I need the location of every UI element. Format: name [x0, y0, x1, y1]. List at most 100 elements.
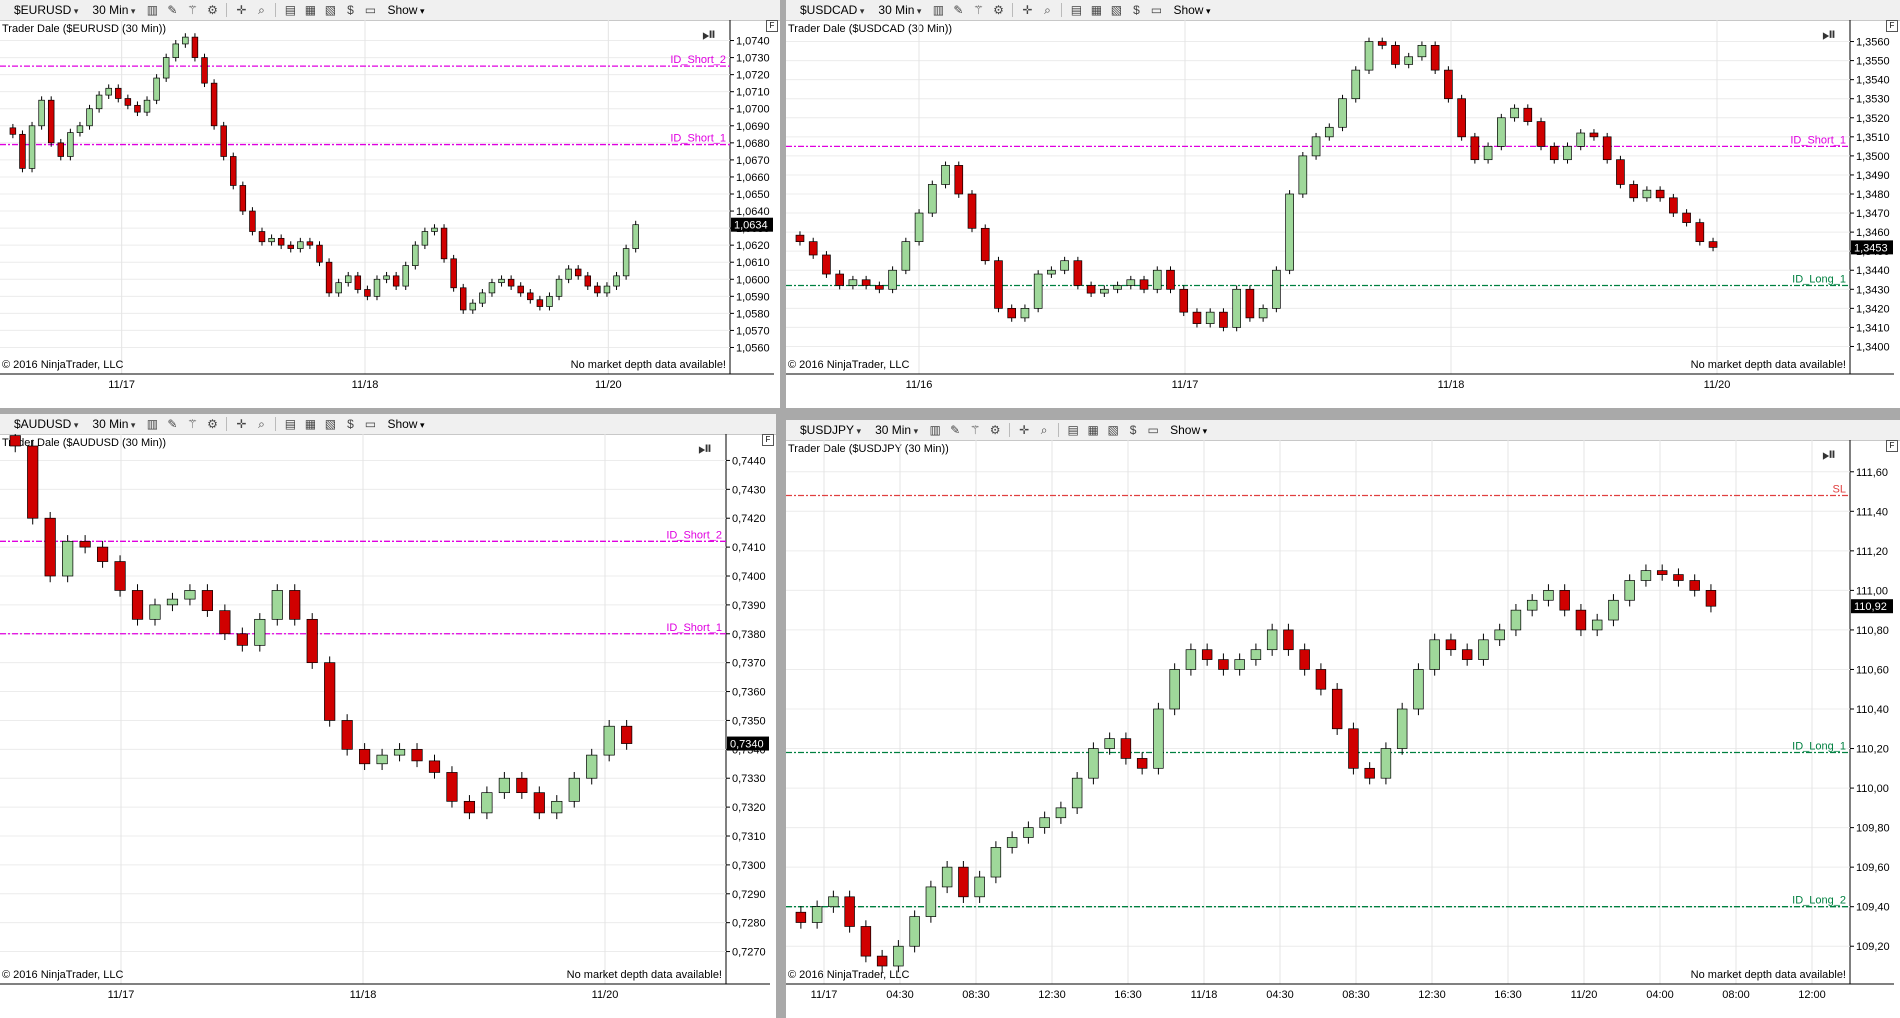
window-icon[interactable]: ▭	[362, 416, 378, 432]
data-series-icon[interactable]: $	[1128, 2, 1144, 18]
candle-body	[1285, 193, 1294, 271]
candle-body	[822, 254, 831, 275]
chart-style-icon[interactable]: ▦	[302, 416, 318, 432]
bar-type-icon[interactable]: ▥	[927, 422, 943, 438]
strategy-icon[interactable]: ⚙	[204, 2, 220, 18]
time-tick-label: 12:00	[1798, 989, 1826, 1001]
bar-type-icon[interactable]: ▥	[144, 416, 160, 432]
candle-body	[1047, 269, 1056, 275]
data-series-icon[interactable]: $	[1125, 422, 1141, 438]
toolbar-separator	[226, 3, 228, 17]
instrument-selector[interactable]: $AUDUSD	[4, 417, 84, 431]
price-tick-label: 109,60	[1856, 862, 1890, 874]
interval-selector[interactable]: 30 Min	[869, 423, 924, 437]
chart-style-icon[interactable]: ▦	[302, 2, 318, 18]
data-series-icon[interactable]: $	[342, 416, 358, 432]
properties-icon[interactable]: ▤	[282, 2, 298, 18]
time-tick-label: 04:00	[1646, 989, 1674, 1001]
price-tick-label: 1,0680	[736, 138, 770, 150]
data-series-icon[interactable]: $	[342, 2, 358, 18]
price-tick-label: 0,7390	[732, 600, 766, 612]
zoom-icon[interactable]: ⌕	[253, 2, 269, 18]
window-icon[interactable]: ▭	[1145, 422, 1161, 438]
zoom-icon[interactable]: ⌕	[1039, 2, 1055, 18]
candle-body	[131, 590, 144, 620]
time-tick-label: 11/17	[108, 989, 135, 1001]
chart-style-icon[interactable]: ▦	[1088, 2, 1104, 18]
template-icon[interactable]: ▧	[1105, 422, 1121, 438]
candle-body	[1673, 574, 1684, 581]
chart-panel-audusd: $AUDUSD30 Min▥✎⚚⚙✛⌕▤▦▧$▭ShowTrader Dale …	[0, 414, 776, 1018]
window-icon[interactable]: ▭	[362, 2, 378, 18]
price-tick-label: 111,00	[1856, 585, 1888, 597]
crosshair-icon[interactable]: ✛	[233, 416, 249, 432]
price-tick-label: 0,7350	[732, 715, 766, 727]
interval-selector[interactable]: 30 Min	[86, 3, 141, 17]
instrument-selector[interactable]: $USDCAD	[790, 3, 870, 17]
crosshair-icon[interactable]: ✛	[233, 2, 249, 18]
properties-icon[interactable]: ▤	[1068, 2, 1084, 18]
strategy-icon[interactable]: ⚙	[204, 416, 220, 432]
candle-body	[568, 777, 580, 802]
instrument-selector[interactable]: $USDJPY	[790, 423, 867, 437]
template-icon[interactable]: ▧	[322, 416, 338, 432]
draw-tool-icon[interactable]: ✎	[950, 2, 966, 18]
candle-body	[1055, 807, 1067, 819]
candle-body	[1642, 189, 1652, 199]
candle-body	[974, 876, 985, 898]
strategy-icon[interactable]: ⚙	[990, 2, 1006, 18]
candle-body	[1250, 649, 1262, 660]
candle-body	[1033, 273, 1043, 309]
indicator-icon[interactable]: ⚚	[967, 422, 983, 438]
interval-selector[interactable]: 30 Min	[872, 3, 927, 17]
candle-body	[1219, 311, 1228, 328]
candle-body	[1669, 197, 1678, 214]
candle-body	[428, 760, 441, 773]
price-chart[interactable]: 1,0740 1,0730 1,0720 1,0710 1,0700 1,0690 1,06…	[0, 20, 780, 408]
candle-body	[811, 906, 823, 923]
indicator-icon[interactable]: ⚚	[970, 2, 986, 18]
show-menu-button[interactable]: Show	[381, 417, 430, 431]
window-icon[interactable]: ▭	[1148, 2, 1164, 18]
no-market-depth-text: No market depth data available!	[570, 359, 726, 371]
template-icon[interactable]: ▧	[1108, 2, 1124, 18]
instrument-selector[interactable]: $EURUSD	[4, 3, 84, 17]
chart-style-icon[interactable]: ▦	[1085, 422, 1101, 438]
price-tick-label: 110,40	[1856, 704, 1889, 716]
properties-icon[interactable]: ▤	[1065, 422, 1081, 438]
candle-body	[277, 237, 285, 246]
candle-body	[1682, 212, 1691, 223]
candle-body	[1104, 738, 1115, 749]
crosshair-icon[interactable]: ✛	[1016, 422, 1032, 438]
interval-selector[interactable]: 30 Min	[86, 417, 141, 431]
show-menu-button[interactable]: Show	[1164, 423, 1213, 437]
candle-body	[184, 590, 196, 600]
candle-body	[1283, 629, 1294, 651]
template-icon[interactable]: ▧	[322, 2, 338, 18]
show-menu-button[interactable]: Show	[381, 3, 430, 17]
indicator-icon[interactable]: ⚚	[184, 2, 200, 18]
candle-body	[1417, 44, 1427, 58]
draw-tool-icon[interactable]: ✎	[947, 422, 963, 438]
draw-tool-icon[interactable]: ✎	[164, 416, 180, 432]
strategy-icon[interactable]: ⚙	[987, 422, 1003, 438]
price-chart[interactable]: 111,60 111,40 111,20 111,00 110,80 110,60 110,…	[786, 440, 1900, 1018]
properties-icon[interactable]: ▤	[282, 416, 298, 432]
price-tick-label: 0,7440	[732, 455, 766, 467]
price-chart[interactable]: 1,3560 1,3550 1,3540 1,3530 1,3520 1,3510 1,35…	[786, 20, 1900, 408]
price-chart[interactable]: 0,7440 0,7430 0,7420 0,7410 0,7400 0,7390 0,73…	[0, 434, 776, 1018]
zoom-icon[interactable]: ⌕	[1036, 422, 1052, 438]
bar-type-icon[interactable]: ▥	[930, 2, 946, 18]
zoom-icon[interactable]: ⌕	[253, 416, 269, 432]
candle-body	[1153, 708, 1164, 769]
bar-type-icon[interactable]: ▥	[144, 2, 160, 18]
candle-body	[954, 165, 964, 195]
indicator-icon[interactable]: ⚚	[184, 416, 200, 432]
current-price-label: 1,3453	[1854, 242, 1888, 254]
crosshair-icon[interactable]: ✛	[1019, 2, 1035, 18]
candle-body	[19, 133, 26, 169]
candle-body	[341, 720, 353, 750]
draw-tool-icon[interactable]: ✎	[164, 2, 180, 18]
candle-body	[622, 248, 630, 277]
show-menu-button[interactable]: Show	[1167, 3, 1216, 17]
